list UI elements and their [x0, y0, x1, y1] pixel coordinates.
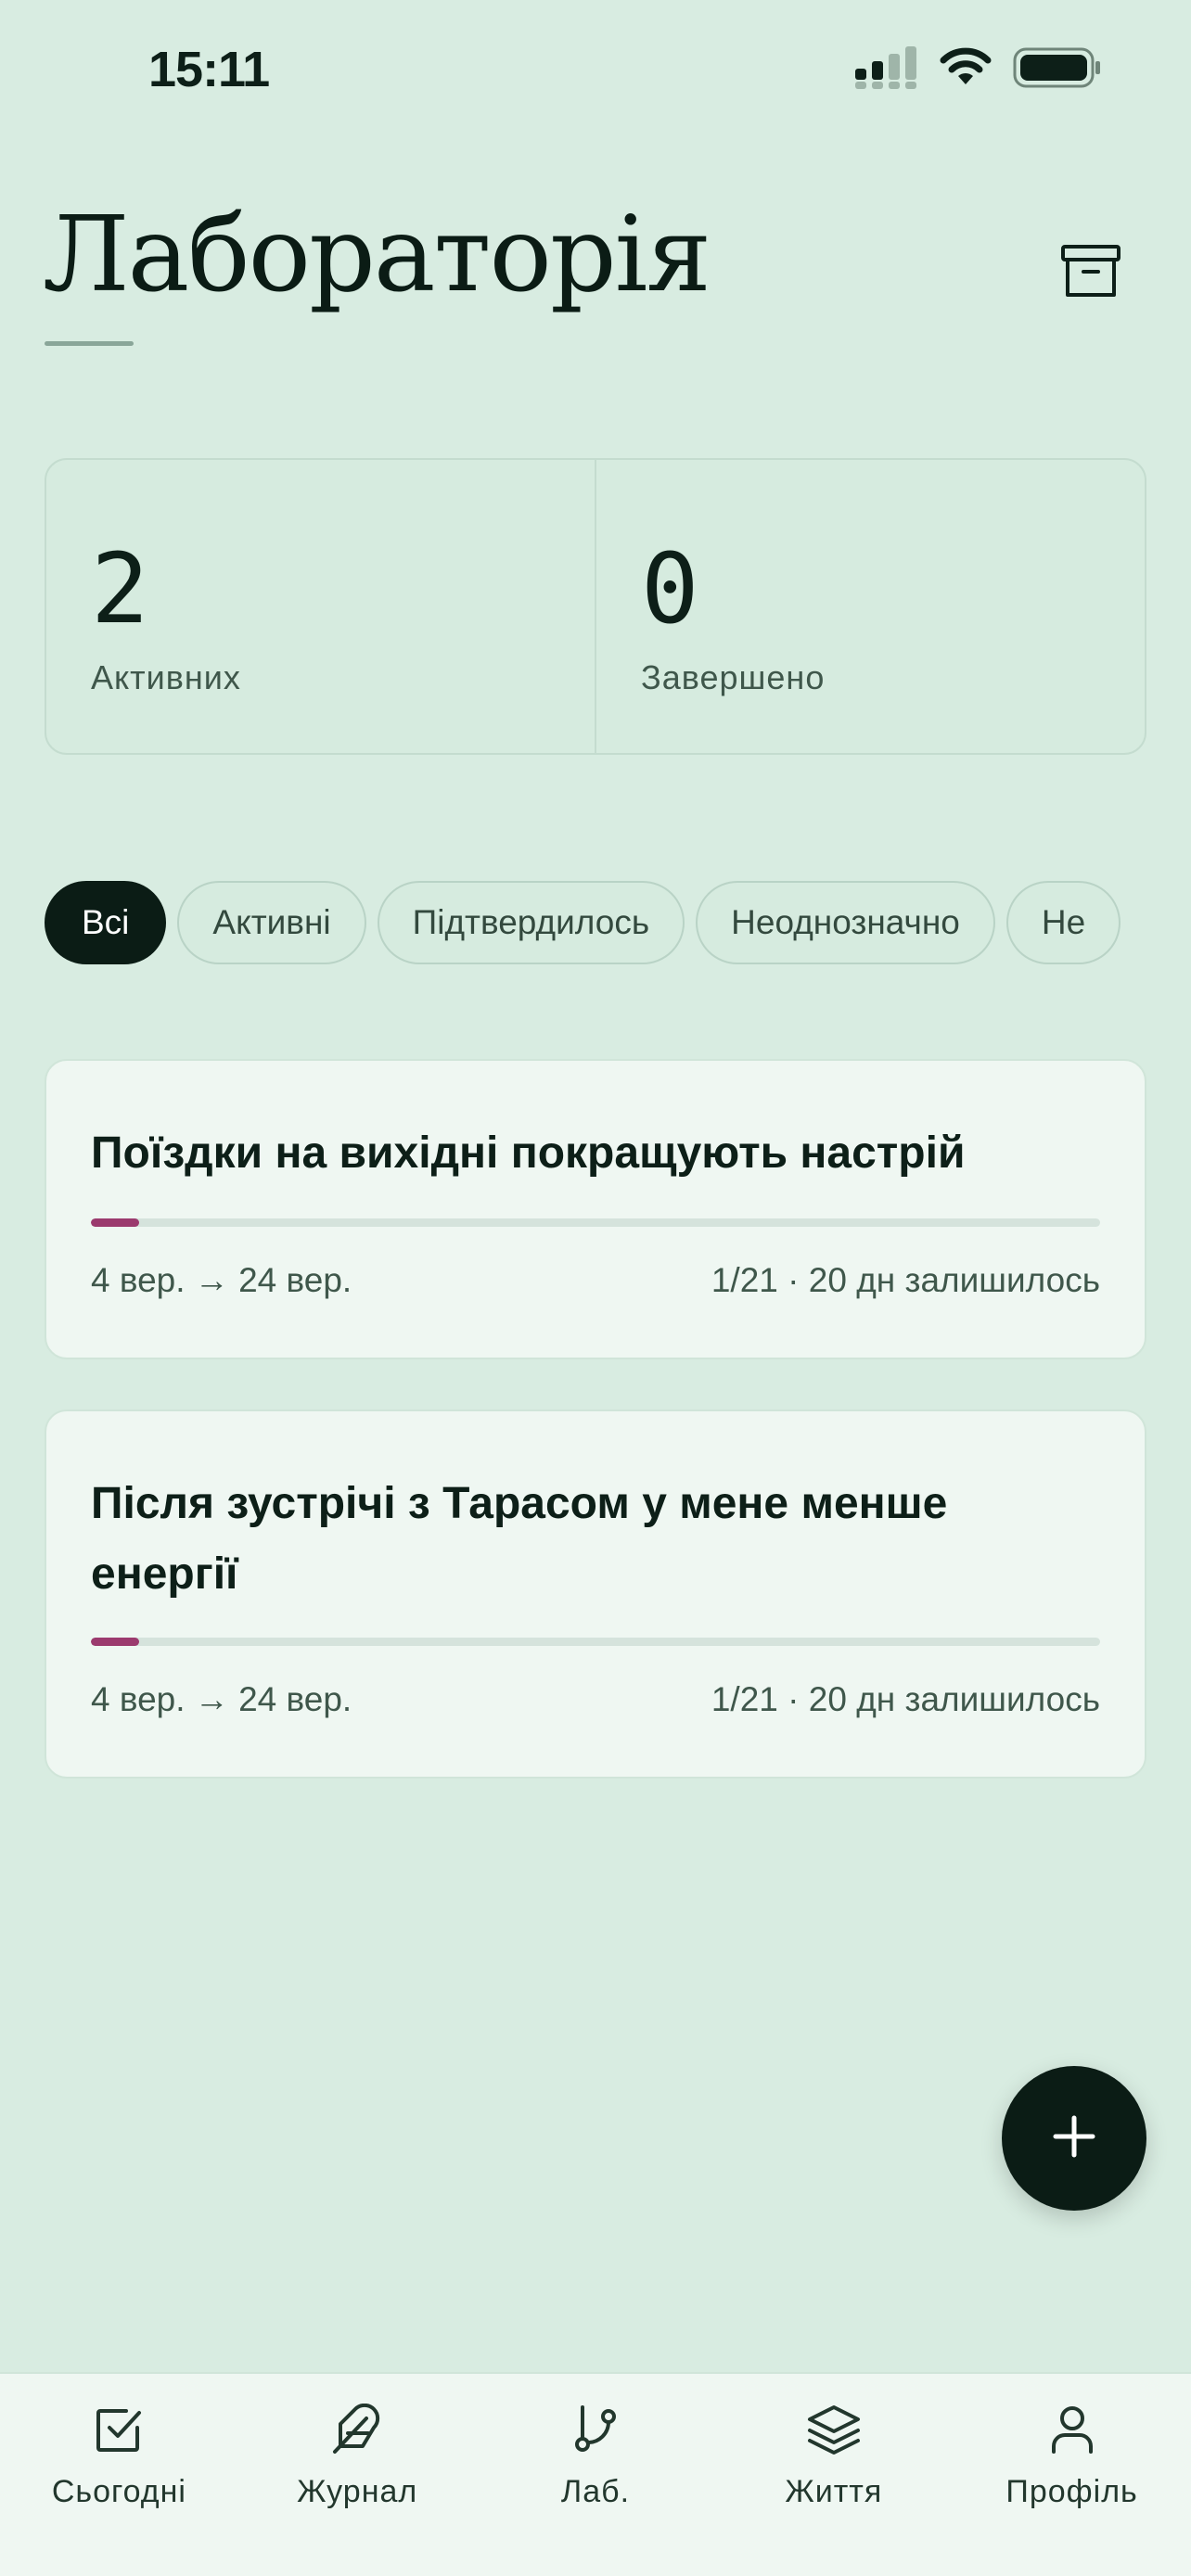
nav-item-life[interactable]: Життя [714, 2374, 953, 2576]
experiment-remaining: 1/21 · 20 дн залишилось [711, 1261, 1100, 1299]
nav-label-journal: Журнал [297, 2474, 418, 2509]
plus-icon [1052, 2114, 1096, 2163]
filter-chip-not-confirmed[interactable]: Не [1005, 881, 1121, 964]
cellular-signal-icon [855, 46, 918, 94]
title-underline [45, 341, 134, 346]
nav-item-today[interactable]: Сьогодні [0, 2374, 238, 2576]
add-experiment-button[interactable] [1002, 2066, 1146, 2211]
experiment-progress-fill [91, 1638, 140, 1646]
layers-icon [804, 2400, 864, 2459]
bottom-nav: Сьогодні Журнал Лаб. Життя Профіль [0, 2372, 1191, 2576]
experiment-progress [91, 1218, 1100, 1227]
filter-chips: Всі Активні Підтвердилось Неоднозначно Н… [45, 881, 1146, 964]
experiment-title: Поїздки на вихідні покращують настрій [91, 1129, 966, 1178]
filter-chip-confirmed[interactable]: Підтвердилось [377, 881, 685, 964]
filter-chip-all[interactable]: Всі [45, 881, 167, 964]
experiment-remaining: 1/21 · 20 дн залишилось [711, 1680, 1100, 1718]
archive-button[interactable] [1054, 236, 1128, 310]
experiment-card[interactable]: Поїздки на вихідні покращують настрій 4 … [45, 1059, 1146, 1359]
experiment-progress-fill [91, 1218, 140, 1227]
feather-icon [327, 2400, 387, 2459]
status-time: 15:11 [148, 42, 270, 97]
stats-panel: 2 Активних 0 Завершено [45, 458, 1146, 755]
page-title: Лабораторія [43, 195, 711, 315]
nav-label-today: Сьогодні [51, 2474, 186, 2509]
stat-completed-value: 0 [641, 532, 699, 645]
git-branch-icon [566, 2400, 625, 2459]
status-icons [855, 46, 1102, 94]
user-icon [1043, 2400, 1102, 2459]
filter-chip-ambiguous[interactable]: Неоднозначно [696, 881, 995, 964]
nav-item-profile[interactable]: Профіль [953, 2374, 1191, 2576]
stat-completed-label: Завершено [641, 658, 826, 696]
experiment-dates: 4 вер. → 24 вер. [91, 1261, 352, 1299]
stat-completed: 0 Завершено [595, 460, 1145, 753]
experiment-title: Після зустрічі з Тарасом у мене менше ен… [91, 1479, 948, 1599]
experiment-progress [91, 1638, 1100, 1646]
experiment-card[interactable]: Після зустрічі з Тарасом у мене менше ен… [45, 1409, 1146, 1779]
nav-label-lab: Лаб. [560, 2474, 631, 2509]
status-bar: 15:11 [0, 0, 1191, 139]
wifi-icon [939, 47, 992, 93]
filter-chip-active[interactable]: Активні [177, 881, 366, 964]
archive-icon [1060, 244, 1121, 302]
experiment-dates: 4 вер. → 24 вер. [91, 1680, 352, 1718]
nav-label-life: Життя [785, 2474, 883, 2509]
nav-item-lab[interactable]: Лаб. [477, 2374, 715, 2576]
checkbox-icon [89, 2400, 148, 2459]
stat-active: 2 Активних [46, 460, 595, 753]
nav-label-profile: Профіль [1005, 2474, 1138, 2509]
stat-active-value: 2 [91, 532, 149, 645]
nav-item-journal[interactable]: Журнал [238, 2374, 477, 2576]
stat-active-label: Активних [91, 658, 241, 696]
battery-icon [1013, 46, 1102, 94]
